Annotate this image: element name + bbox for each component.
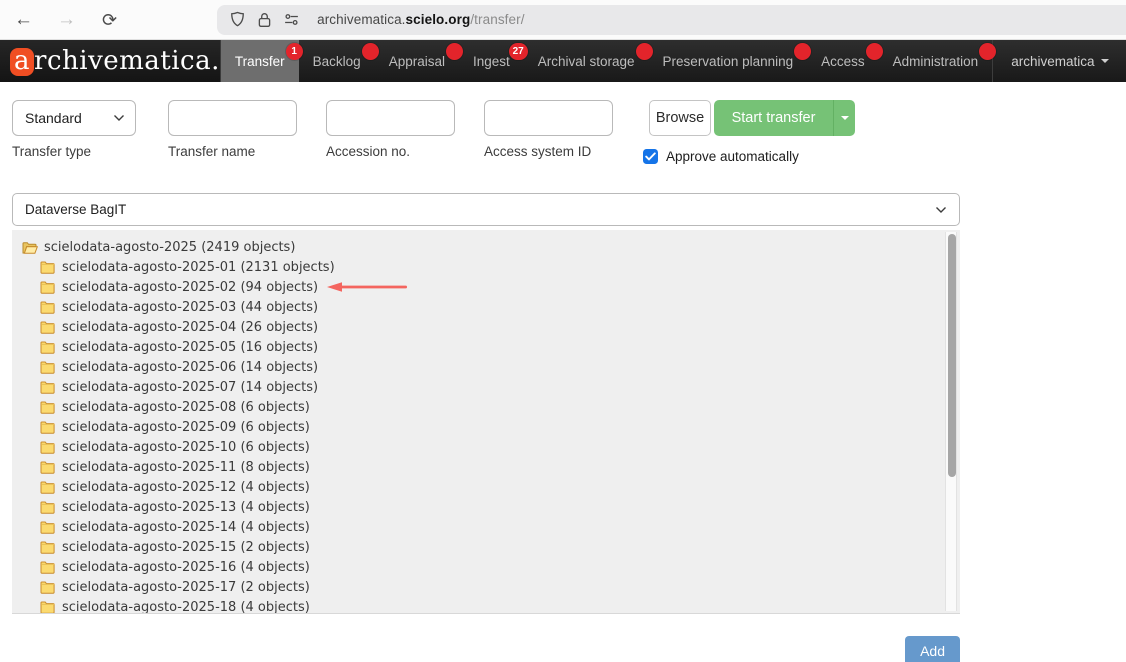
lock-icon[interactable] (257, 12, 272, 28)
folder-icon[interactable] (40, 260, 56, 274)
accession-no-label: Accession no. (326, 144, 455, 159)
nav-item-appraisal[interactable]: Appraisal (375, 40, 459, 82)
folder-icon[interactable] (40, 320, 56, 334)
open-folder-icon[interactable] (22, 240, 38, 255)
folder-icon[interactable] (40, 500, 56, 514)
tree-item[interactable]: scielodata-agosto-2025-01 (2131 objects) (12, 257, 960, 277)
notification-badge (866, 43, 883, 60)
nav-item-access[interactable]: Access (807, 40, 879, 82)
folder-icon[interactable] (40, 340, 56, 354)
add-button[interactable]: Add (905, 636, 960, 662)
tree-item[interactable]: scielodata-agosto-2025-13 (4 objects) (12, 497, 960, 517)
folder-icon[interactable] (40, 600, 56, 614)
folder-icon[interactable] (40, 280, 56, 294)
tree-item[interactable]: scielodata-agosto-2025-12 (4 objects) (12, 477, 960, 497)
folder-icon[interactable] (40, 480, 56, 494)
tree-item[interactable]: scielodata-agosto-2025-11 (8 objects) (12, 457, 960, 477)
folder-icon[interactable] (40, 580, 56, 594)
chevron-down-icon (1101, 59, 1109, 63)
folder-icon[interactable] (40, 460, 56, 474)
tree-item[interactable]: scielodata-agosto-2025-04 (26 objects) (12, 317, 960, 337)
nav-item-administration[interactable]: Administration (879, 40, 993, 82)
notification-badge (636, 43, 653, 60)
folder-icon[interactable] (40, 560, 56, 574)
notification-badge (362, 43, 379, 60)
tree-item[interactable]: scielodata-agosto-2025-07 (14 objects) (12, 377, 960, 397)
notification-badge (794, 43, 811, 60)
nav-item-ingest[interactable]: Ingest 27 (459, 40, 524, 82)
reload-icon[interactable]: ⟳ (102, 11, 117, 29)
nav-item-archival-storage[interactable]: Archival storage (524, 40, 649, 82)
tree-item[interactable]: scielodata-agosto-2025-18 (4 objects) (12, 597, 960, 614)
nav-item-backlog[interactable]: Backlog (299, 40, 375, 82)
start-transfer-button[interactable]: Start transfer (714, 100, 833, 136)
scrollbar[interactable] (945, 232, 957, 611)
browser-toolbar: ← → ⟳ archivematica.scielo.org/transfer/ (0, 0, 1126, 40)
approve-automatically-checkbox[interactable] (643, 149, 658, 164)
nav-items: Transfer 1 Backlog Appraisal Ingest 27 A… (221, 40, 992, 82)
nav-item-preservation-planning[interactable]: Preservation planning (649, 40, 808, 82)
app-navbar: archivematica. Transfer 1 Backlog Apprai… (0, 40, 1126, 82)
folder-icon[interactable] (40, 360, 56, 374)
annotation-arrow (326, 281, 408, 293)
tree-item[interactable]: scielodata-agosto-2025-08 (6 objects) (12, 397, 960, 417)
logo-a-mark: a (10, 48, 34, 76)
browse-button[interactable]: Browse (649, 100, 711, 136)
transfer-form: Standard Transfer type Transfer name Acc… (12, 100, 960, 164)
scrollbar-thumb[interactable] (948, 234, 956, 477)
chevron-down-icon (935, 206, 947, 214)
folder-icon[interactable] (40, 300, 56, 314)
chevron-down-icon (113, 114, 125, 122)
transfer-page: Standard Transfer type Transfer name Acc… (12, 100, 960, 662)
back-icon[interactable]: ← (14, 10, 33, 29)
forward-icon[interactable]: → (57, 10, 76, 29)
tree-item[interactable]: scielodata-agosto-2025-09 (6 objects) (12, 417, 960, 437)
access-system-id-input[interactable] (484, 100, 613, 136)
tree-item[interactable]: scielodata-agosto-2025-14 (4 objects) (12, 517, 960, 537)
chevron-down-icon (841, 116, 849, 120)
folder-icon[interactable] (40, 520, 56, 534)
tree-item[interactable]: scielodata-agosto-2025-02 (94 objects) (12, 277, 960, 297)
source-location-select[interactable]: Dataverse BagIT (12, 193, 960, 226)
user-menu[interactable]: archivematica (992, 40, 1126, 82)
address-bar[interactable]: archivematica.scielo.org/transfer/ (217, 5, 1126, 35)
folder-icon[interactable] (40, 420, 56, 434)
transfer-name-input[interactable] (168, 100, 297, 136)
folder-icon[interactable] (40, 380, 56, 394)
tree-item[interactable]: scielodata-agosto-2025-15 (2 objects) (12, 537, 960, 557)
approve-automatically-label: Approve automatically (666, 149, 799, 164)
permissions-icon[interactable] (283, 12, 300, 27)
archivematica-logo[interactable]: archivematica. (0, 40, 221, 82)
tree-item[interactable]: scielodata-agosto-2025-10 (6 objects) (12, 437, 960, 457)
shield-icon[interactable] (229, 11, 246, 28)
check-icon (645, 152, 656, 161)
folder-icon[interactable] (40, 400, 56, 414)
tree-item[interactable]: scielodata-agosto-2025 (2419 objects) (12, 237, 960, 257)
tree-item[interactable]: scielodata-agosto-2025-06 (14 objects) (12, 357, 960, 377)
transfer-type-select[interactable]: Standard (12, 100, 136, 136)
file-browser-panel: scielodata-agosto-2025 (2419 objects) sc… (12, 230, 960, 614)
start-transfer-dropdown-button[interactable] (833, 100, 855, 136)
notification-badge: 1 (286, 43, 303, 60)
url-text: archivematica.scielo.org/transfer/ (317, 12, 525, 27)
tree-item[interactable]: scielodata-agosto-2025-16 (4 objects) (12, 557, 960, 577)
folder-icon[interactable] (40, 440, 56, 454)
transfer-name-label: Transfer name (168, 144, 297, 159)
transfer-type-label: Transfer type (12, 144, 136, 159)
tree-item[interactable]: scielodata-agosto-2025-05 (16 objects) (12, 337, 960, 357)
accession-no-input[interactable] (326, 100, 455, 136)
access-system-id-label: Access system ID (484, 144, 613, 159)
folder-icon[interactable] (40, 540, 56, 554)
notification-badge (446, 43, 463, 60)
notification-badge: 27 (509, 43, 528, 60)
nav-item-transfer[interactable]: Transfer 1 (221, 40, 299, 82)
tree-item[interactable]: scielodata-agosto-2025-03 (44 objects) (12, 297, 960, 317)
tree-item[interactable]: scielodata-agosto-2025-17 (2 objects) (12, 577, 960, 597)
